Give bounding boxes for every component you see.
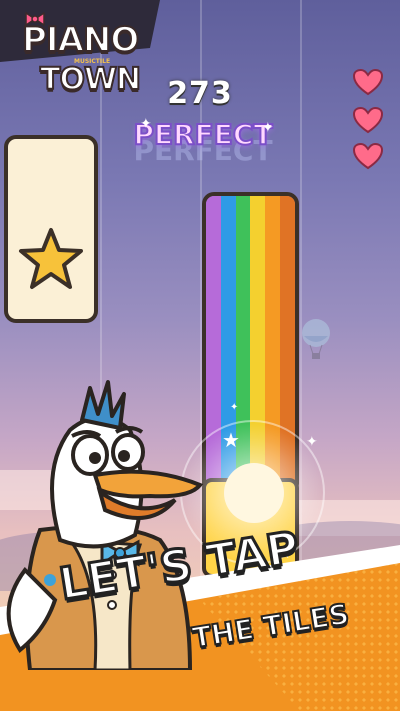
tap-indicator [224,463,284,523]
game-stage: PIANO MUSICTILE TOWN 273 PERFECT PERFECT… [0,0,400,711]
star-icon [19,228,83,289]
balloon-icon [302,319,330,359]
logo-line-1: PIANO [21,19,140,61]
heart-icon [352,142,384,170]
heart-icon [352,68,384,96]
sparkle-icon: ✦ [306,434,318,450]
logo-line-2: TOWN [39,61,142,98]
sparkle-icon: ✦ [262,120,274,136]
tile-star[interactable] [4,135,98,323]
game-logo: PIANO MUSICTILE TOWN [10,12,160,98]
score-counter: 273 [167,76,233,111]
sparkle-icon: ✦ [230,402,239,413]
heart-icon [352,106,384,134]
sparkle-icon: ✦ [140,116,152,132]
